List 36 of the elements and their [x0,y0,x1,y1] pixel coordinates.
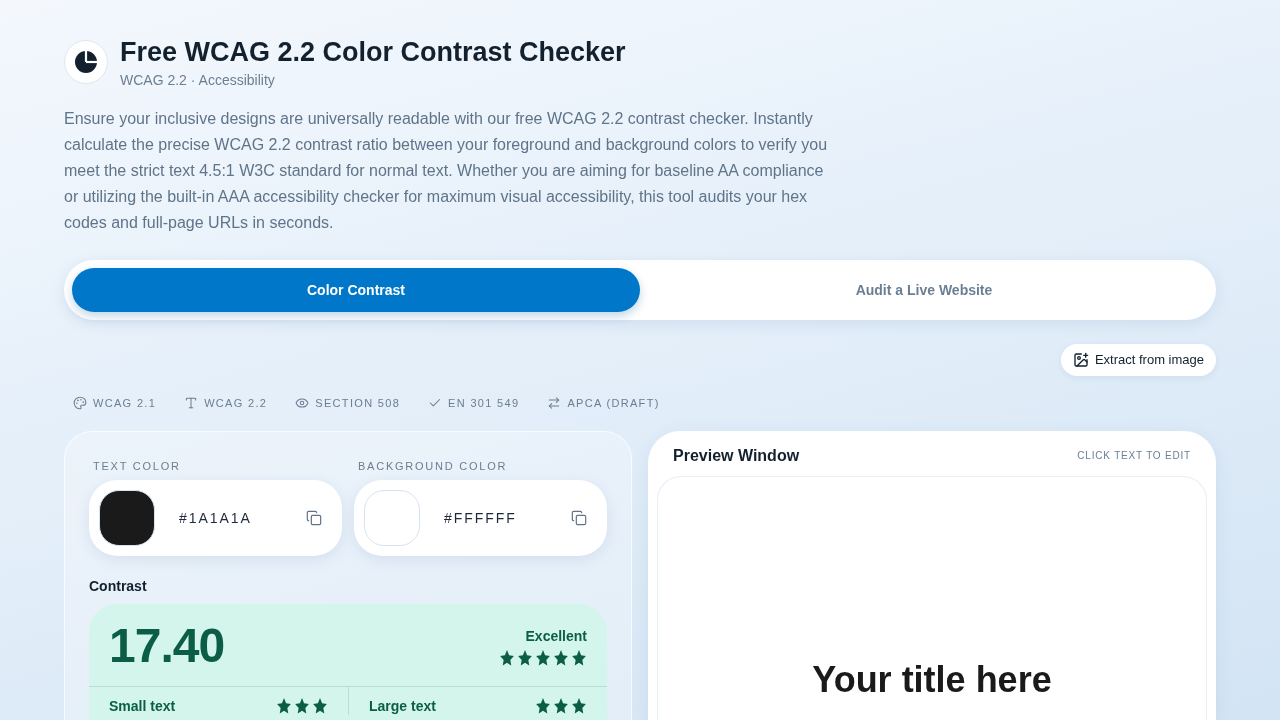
palette-icon [73,396,87,410]
level-label: Large text [369,697,436,715]
field-label: BACKGROUND COLOR [357,459,509,474]
hex-input[interactable]: #FFFFFF [444,507,571,529]
standard-label: WCAG 2.1 [93,396,157,411]
copy-button[interactable] [571,510,587,526]
hex-input[interactable]: #1A1A1A [179,507,306,529]
preview-title: Preview Window [673,446,800,466]
contrast-ratio: 17.40 [109,622,225,670]
text-type-icon [184,396,199,410]
color-swatch-icon [99,490,155,546]
mode-tab[interactable]: Audit a Live Website [640,268,1208,312]
contrast-heading: Contrast [89,578,148,594]
color-swatch-icon [364,490,420,546]
copy-icon [306,510,322,526]
standard-label: SECTION 508 [315,396,401,411]
page-title: Free WCAG 2.2 Color Contrast Checker [120,36,626,69]
rating-label: Excellent [525,628,587,644]
standard-label: APCA (DRAFT) [567,396,660,411]
image-plus-icon [1072,352,1089,368]
preview-heading[interactable]: Your title here [812,658,1052,702]
standard-label: WCAG 2.2 [204,396,268,411]
eye-icon [295,396,310,410]
page-subtitle: WCAG 2.2 · Accessibility [120,71,276,90]
field-label: TEXT COLOR [92,459,182,474]
mode-tab[interactable]: Color Contrast [72,268,640,312]
copy-button[interactable] [306,510,322,526]
extract-image-button[interactable]: Extract from image [1060,344,1216,376]
level-label: Small text [109,697,176,715]
swap-arrows-icon [547,396,562,410]
check-icon [428,396,443,410]
page-description: Ensure your inclusive designs are universally readable with our free WCAG 2.2 contrast checker. Instantly calculate the precise WCAG 2.2 contrast ratio between your foreground and background colors to verify you meet the strict text 4.5:1 W3C standard for normal text. Whether you are aiming for baseline AA compliance or utilizing the built-in AAA accessibility checker for maximum visual accessibility, this tool audits your hex codes and full-page URLs in seconds. [64,109,829,233]
standard-label: EN 301 549 [448,396,520,411]
logo-icon [64,40,108,84]
copy-icon [571,510,587,526]
edit-hint: CLICK TEXT TO EDIT [1077,449,1191,463]
